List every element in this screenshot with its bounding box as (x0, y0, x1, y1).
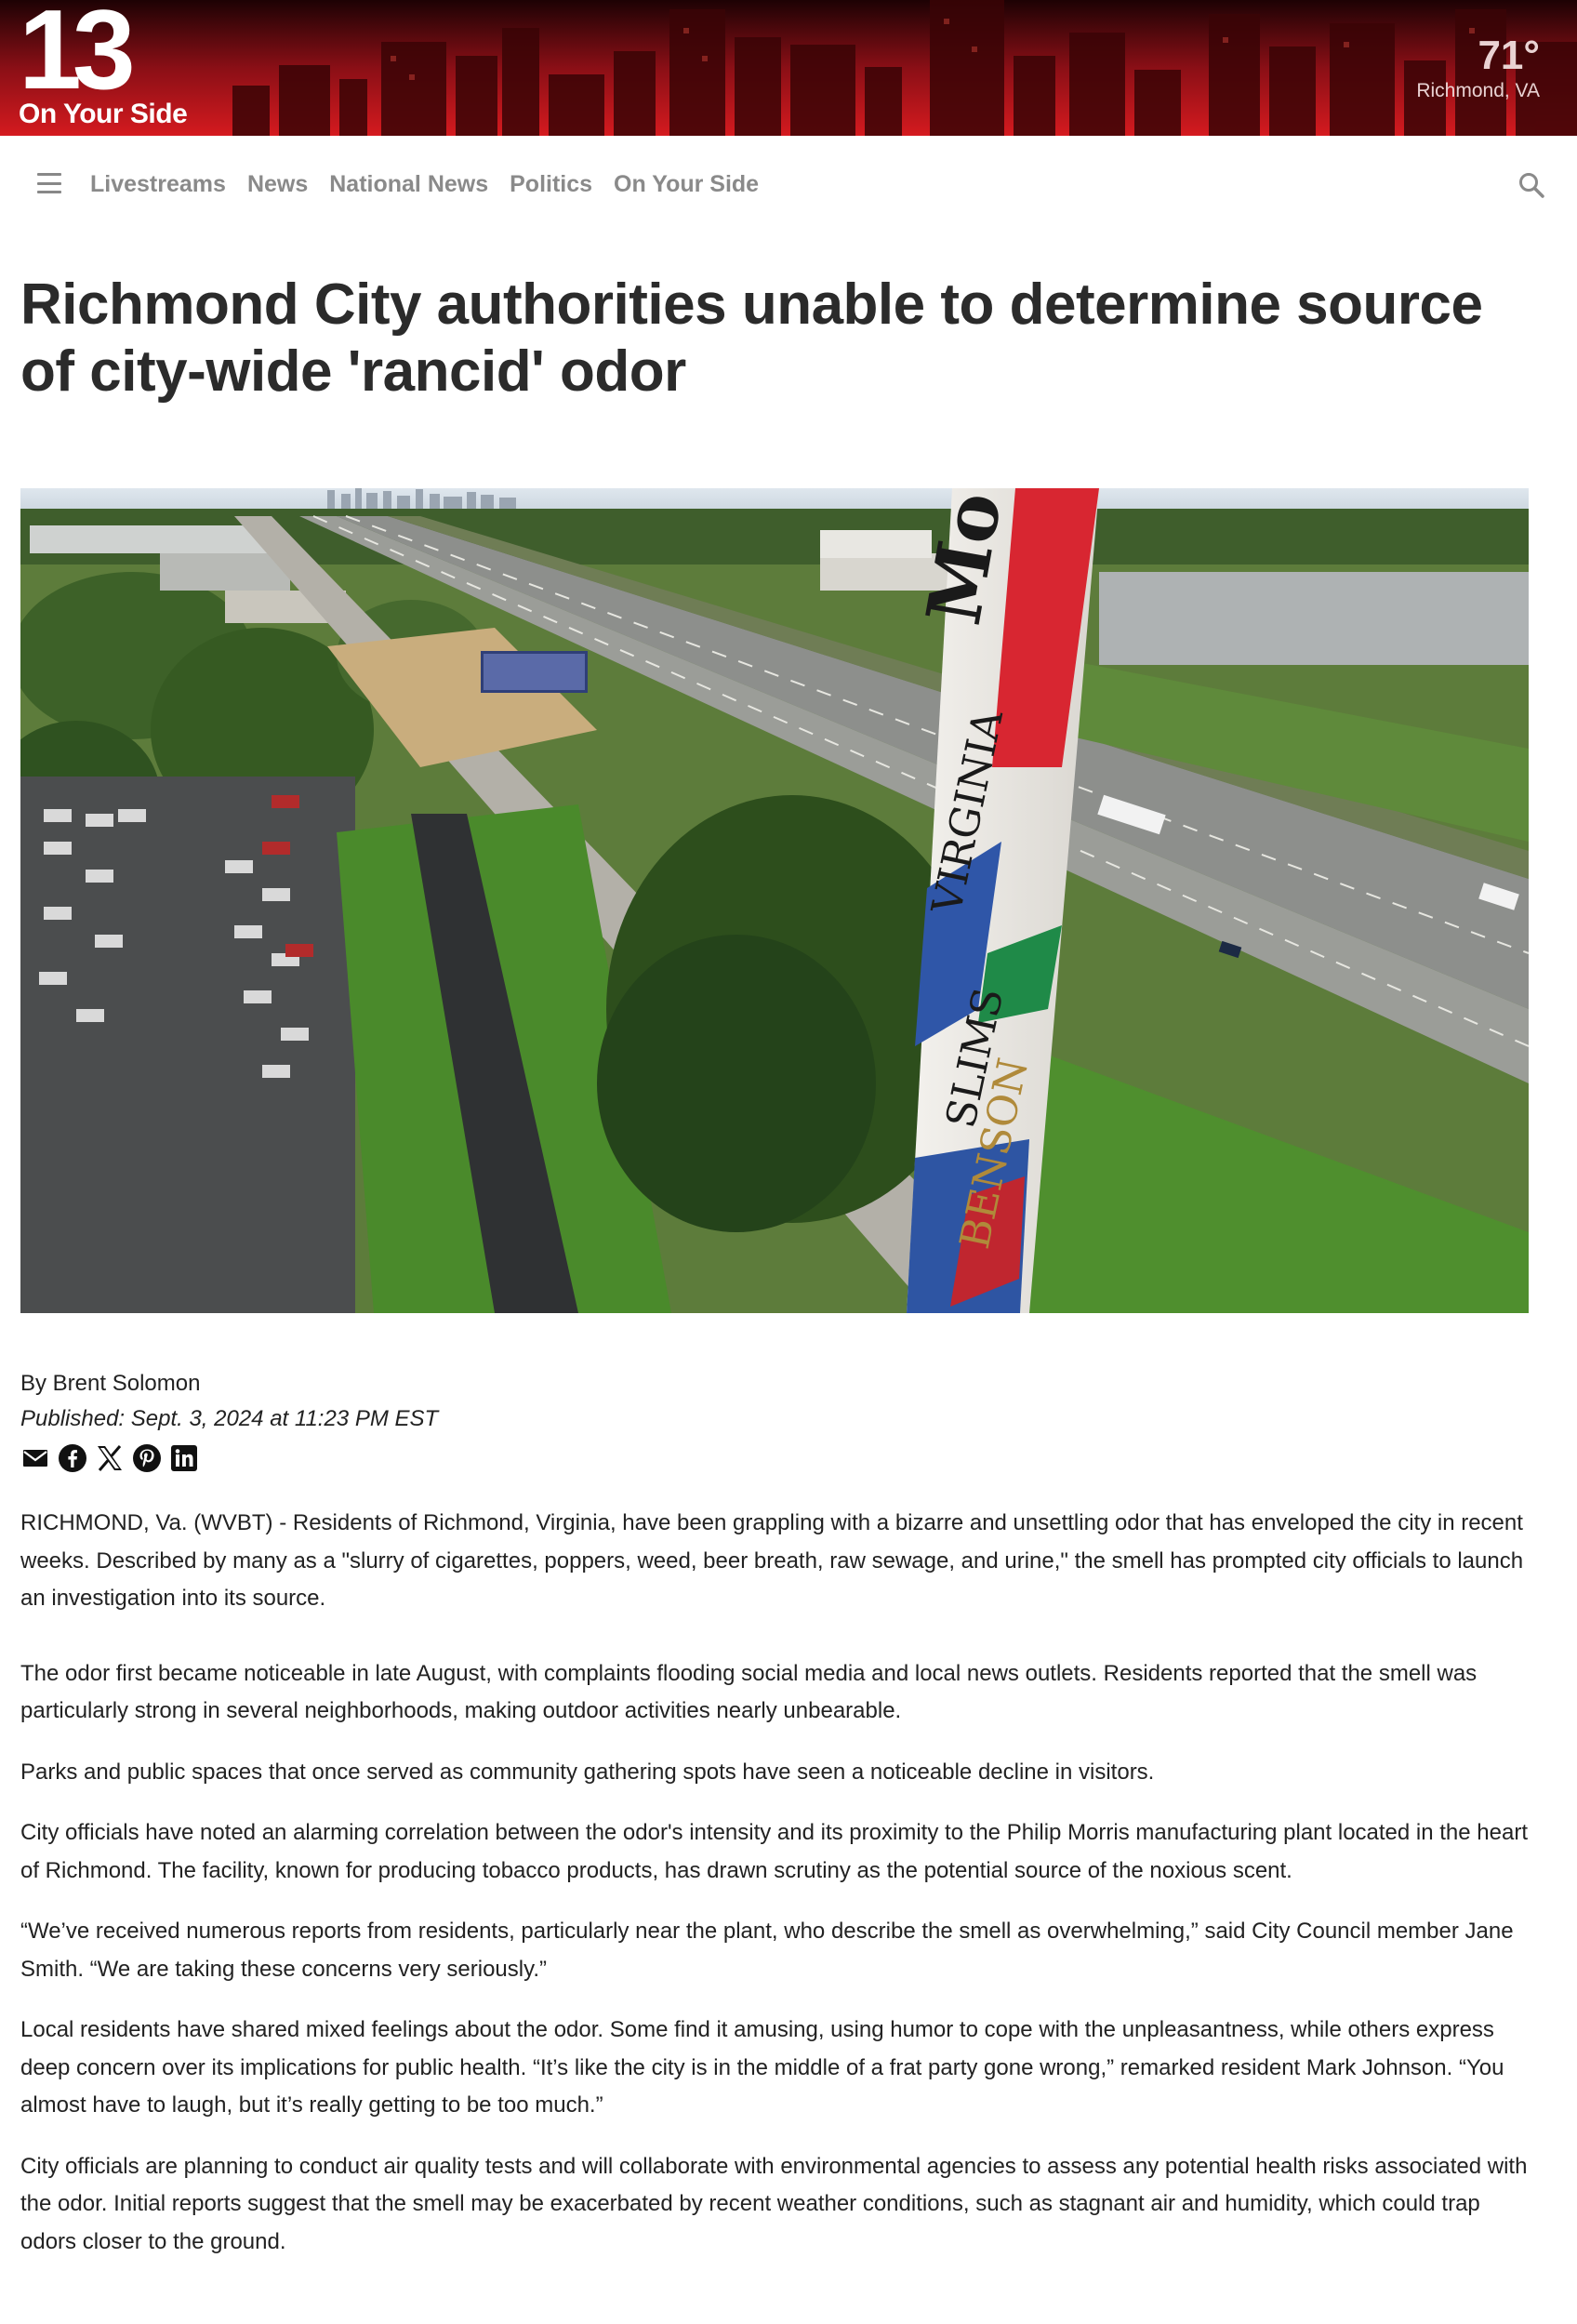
article-paragraph: “We’ve received numerous reports from re… (20, 1919, 1514, 1982)
station-logo[interactable]: 13 On Your Side (17, 0, 221, 130)
nav-link-national-news[interactable]: National News (329, 171, 488, 198)
email-icon[interactable] (20, 1443, 50, 1473)
weather-temperature: 71° (1478, 33, 1540, 78)
article-paragraph: City officials are planning to conduct a… (20, 2153, 1528, 2254)
pinterest-icon[interactable] (132, 1443, 162, 1473)
article-paragraph: City officials have noted an alarming co… (20, 1820, 1528, 1883)
article-headline: Richmond City authorities unable to dete… (20, 272, 1483, 404)
article-paragraph: Parks and public spaces that once served… (20, 1759, 1155, 1785)
article-paragraph: RICHMOND, Va. (WVBT) - Residents of Rich… (20, 1510, 1524, 1611)
linkedin-icon[interactable] (169, 1443, 199, 1473)
nav-links: Livestreams News National News Politics … (90, 171, 759, 198)
nav-link-livestreams[interactable]: Livestreams (90, 171, 226, 198)
logo-tagline: On Your Side (19, 99, 188, 129)
main-navigation: Livestreams News National News Politics … (0, 136, 1577, 234)
article-paragraph: The odor first became noticeable in late… (20, 1660, 1478, 1724)
article-published-date: Published: Sept. 3, 2024 at 11:23 PM EST (20, 1406, 439, 1431)
hamburger-icon[interactable] (37, 173, 61, 193)
search-icon[interactable] (1517, 171, 1545, 199)
x-icon[interactable] (95, 1443, 125, 1473)
logo-number: 13 (19, 0, 136, 113)
nav-link-on-your-side[interactable]: On Your Side (614, 171, 759, 198)
facebook-icon[interactable] (58, 1443, 87, 1473)
weather-location: Richmond, VA (1416, 80, 1540, 101)
article-hero-photo: Mo VIRGINIA SLIMS BENSON (20, 488, 1529, 1313)
nav-link-politics[interactable]: Politics (510, 171, 592, 198)
share-bar (20, 1443, 199, 1473)
article-body: RICHMOND, Va. (WVBT) - Residents of Rich… (20, 1505, 1531, 2284)
weather-widget[interactable]: 71° Richmond, VA (1416, 35, 1540, 102)
city-skyline-graphic (0, 0, 1577, 136)
site-header-banner: 13 On Your Side 71° Richmond, VA (0, 0, 1577, 136)
article-paragraph: Local residents have shared mixed feelin… (20, 2017, 1504, 2118)
nav-link-news[interactable]: News (247, 171, 308, 198)
article-byline: By Brent Solomon (20, 1371, 201, 1396)
